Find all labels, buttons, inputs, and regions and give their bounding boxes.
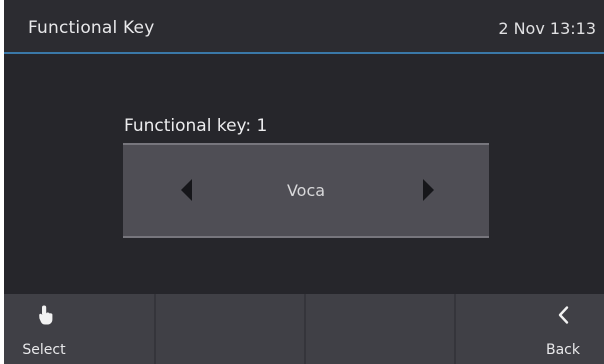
softkey-2[interactable] xyxy=(154,294,304,364)
select-softkey-label: Select xyxy=(22,342,66,358)
header-bar: Functional Key 2 Nov 13:13 xyxy=(4,0,604,52)
date-time: 2 Nov 13:13 xyxy=(498,19,596,38)
phone-screen: Functional Key 2 Nov 13:13 Functional ke… xyxy=(4,0,604,364)
chevron-left-icon xyxy=(558,306,569,324)
back-softkey-label: Back xyxy=(546,342,580,358)
page-title: Functional Key xyxy=(28,18,155,38)
selector-value: Voca xyxy=(286,181,326,200)
hand-pointer-icon xyxy=(39,305,53,325)
functional-key-label: Functional key: 1 xyxy=(124,116,268,136)
softkey-bar: Select Back xyxy=(4,294,604,364)
header-divider xyxy=(4,52,604,54)
softkey-3[interactable] xyxy=(304,294,454,364)
select-softkey[interactable]: Select xyxy=(4,294,154,364)
back-softkey[interactable]: Back xyxy=(454,294,604,364)
value-selector[interactable]: Voca xyxy=(123,143,489,238)
right-arrow-icon[interactable] xyxy=(423,179,434,201)
